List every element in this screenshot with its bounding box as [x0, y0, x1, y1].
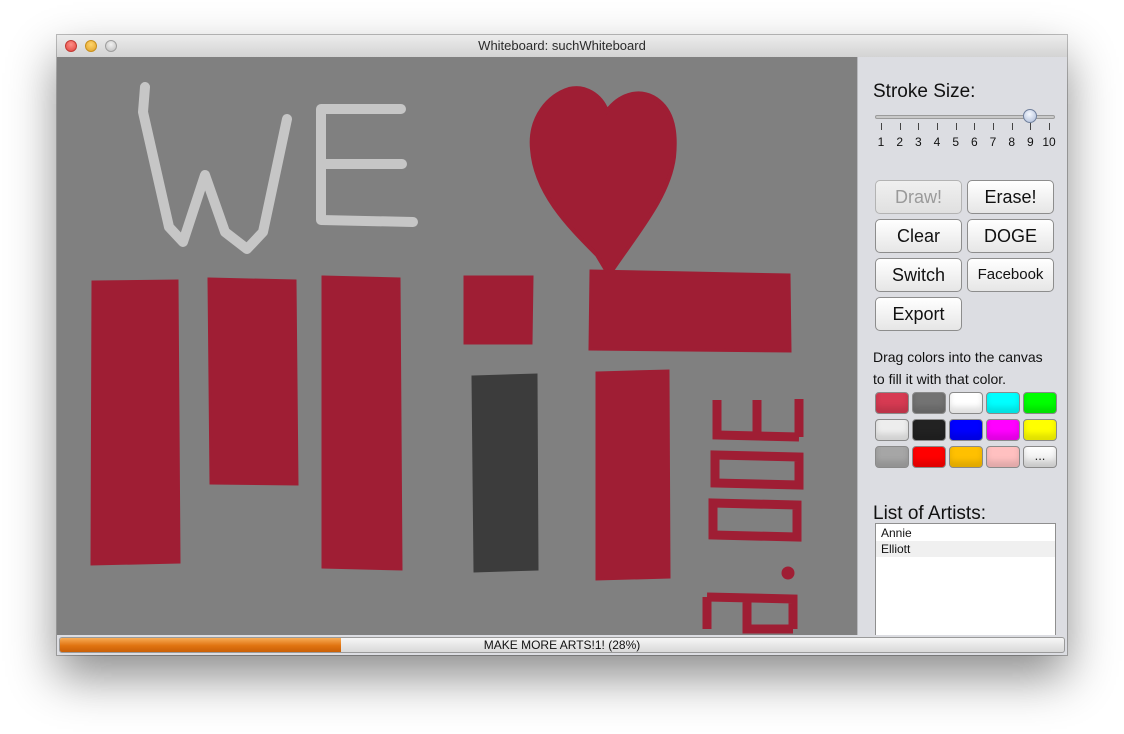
color-swatch[interactable]	[1023, 419, 1057, 441]
progress-area: MAKE MORE ARTS!1! (28%)	[57, 635, 1067, 655]
switch-button[interactable]: Switch	[875, 258, 962, 292]
color-swatch[interactable]	[986, 419, 1020, 441]
artists-list[interactable]: Annie Elliott	[875, 523, 1056, 644]
drawing-red-bars	[90, 269, 792, 581]
drawing-6005	[702, 399, 804, 634]
control-panel: Stroke Size: 1 2 3 4 5 6 7 8 9 10 Draw! Erase! Cl…	[857, 57, 1067, 644]
color-swatch[interactable]	[875, 446, 909, 468]
slider-tick	[993, 123, 994, 130]
slider-tick-label: 6	[970, 135, 978, 149]
drawing-decimal-point	[781, 566, 795, 580]
slider-tick-label: 1	[877, 135, 885, 149]
slider-tick-label: 3	[914, 135, 922, 149]
slider-tick-label: 9	[1026, 135, 1034, 149]
slider-tick-label: 8	[1008, 135, 1015, 149]
stroke-size-slider[interactable]: 1 2 3 4 5 6 7 8 9 10	[873, 109, 1057, 149]
slider-tick	[899, 123, 901, 130]
slider-thumb[interactable]	[1023, 109, 1038, 123]
slider-tick	[1030, 123, 1032, 130]
slider-tick	[955, 123, 957, 130]
color-swatch[interactable]	[875, 419, 909, 441]
color-swatch[interactable]	[949, 419, 983, 441]
progress-bar: MAKE MORE ARTS!1! (28%)	[59, 637, 1065, 653]
color-swatch[interactable]	[912, 392, 946, 414]
export-button[interactable]: Export	[875, 297, 962, 331]
palette-hint-line1: Drag colors into the canvas	[873, 349, 1043, 365]
slider-tick	[918, 123, 920, 130]
erase-button[interactable]: Erase!	[967, 180, 1054, 214]
color-swatch[interactable]	[875, 392, 909, 414]
drawing-heart	[529, 86, 677, 279]
color-swatch[interactable]	[949, 446, 983, 468]
artist-item[interactable]: Elliott	[876, 541, 1055, 557]
color-swatch[interactable]	[912, 419, 946, 441]
drawing-we	[138, 82, 418, 254]
color-swatch[interactable]	[1023, 392, 1057, 414]
artists-label: List of Artists:	[873, 503, 986, 524]
slider-tick-label: 5	[952, 135, 959, 149]
slider-tick-label: 2	[896, 135, 903, 149]
slider-tick	[1011, 123, 1013, 130]
slider-tick	[937, 123, 938, 130]
color-swatch[interactable]	[949, 392, 983, 414]
drawing-canvas[interactable]	[57, 57, 857, 635]
title-bar: Whiteboard: suchWhiteboard	[57, 35, 1067, 58]
window-title: Whiteboard: suchWhiteboard	[478, 38, 646, 53]
clear-button[interactable]: Clear	[875, 219, 962, 253]
more-colors-button[interactable]: ...	[1023, 446, 1057, 468]
progress-text: MAKE MORE ARTS!1! (28%)	[483, 638, 641, 652]
slider-tick	[974, 123, 976, 130]
color-swatch[interactable]	[986, 392, 1020, 414]
slider-tick-label: 7	[989, 135, 997, 149]
drawing-dark-bar	[471, 373, 539, 573]
draw-button[interactable]: Draw!	[875, 180, 962, 214]
slider-tick	[881, 123, 882, 130]
doge-button[interactable]: DOGE	[967, 219, 1054, 253]
slider-tick-label: 4	[933, 135, 941, 149]
whiteboard-window: Whiteboard: suchWhiteboard Stroke Size: …	[57, 35, 1067, 655]
artist-item[interactable]: Annie	[876, 525, 1055, 541]
facebook-button[interactable]: Facebook	[967, 258, 1054, 292]
slider-tick-label: 10	[1042, 135, 1056, 149]
palette-hint-line2: to fill it with that color.	[873, 371, 1007, 387]
stroke-size-label: Stroke Size:	[873, 81, 976, 102]
slider-tick	[1049, 123, 1050, 130]
color-swatch[interactable]	[986, 446, 1020, 468]
color-swatch[interactable]	[912, 446, 946, 468]
canvas-drawing[interactable]	[57, 57, 857, 635]
